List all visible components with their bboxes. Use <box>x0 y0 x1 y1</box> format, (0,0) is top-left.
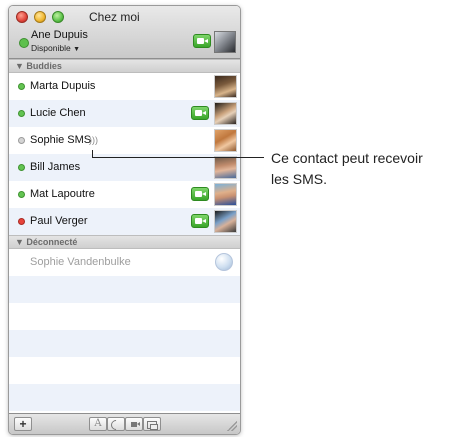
my-avatar[interactable] <box>214 31 236 53</box>
screen-share-button[interactable] <box>143 417 161 431</box>
minimize-window-button[interactable] <box>34 11 46 23</box>
chevron-down-icon: ▼ <box>73 46 81 53</box>
phone-icon <box>108 417 124 433</box>
buddy-avatar <box>214 183 237 206</box>
my-name: Ane Dupuis <box>31 29 88 41</box>
bottom-toolbar: + A <box>9 413 240 434</box>
add-buddy-button[interactable]: + <box>14 417 32 431</box>
video-chat-icon[interactable] <box>191 187 209 201</box>
buddy-avatar <box>214 210 237 233</box>
buddy-row-sophie-vandenbulke[interactable]: Sophie Vandenbulke <box>9 249 240 276</box>
my-status-indicator <box>19 38 29 48</box>
available-status-icon <box>18 110 25 117</box>
zoom-window-button[interactable] <box>52 11 64 23</box>
title-bar: Chez moi Ane Dupuis Disponible ▼ <box>9 6 240 59</box>
buddy-row-lucie-chen[interactable]: Lucie Chen <box>9 100 240 127</box>
buddy-avatar <box>214 75 237 98</box>
buddy-row-paul-verger[interactable]: Paul Verger <box>9 208 240 235</box>
buddy-name: Paul Verger <box>30 215 88 227</box>
available-status-icon <box>18 191 25 198</box>
buddy-row-bill-james[interactable]: Bill James <box>9 154 240 181</box>
callout-annotation: Ce contact peut recevoir les SMS. <box>271 148 461 190</box>
empty-list-row <box>9 357 240 384</box>
globe-icon <box>215 253 233 271</box>
video-chat-icon[interactable] <box>191 106 209 120</box>
buddy-row-sophie-sms[interactable]: Sophie SMS ))) <box>9 127 240 154</box>
buddy-name: Mat Lapoutre <box>30 188 95 200</box>
empty-list-row <box>9 276 240 303</box>
available-status-icon <box>18 83 25 90</box>
video-chat-icon[interactable] <box>191 214 209 228</box>
buddy-name: Sophie SMS <box>30 134 92 146</box>
audio-chat-button[interactable] <box>107 417 125 433</box>
sms-capable-icon: ))) <box>89 135 98 145</box>
camera-icon <box>131 422 140 427</box>
callout-line-1: Ce contact peut recevoir <box>271 150 423 166</box>
callout-leader-line <box>92 157 264 158</box>
available-status-icon <box>18 164 25 171</box>
group-header-buddies[interactable]: ▼ Buddies <box>9 59 240 73</box>
my-video-icon[interactable] <box>193 34 211 48</box>
group-header-offline[interactable]: ▼ Déconnecté <box>9 235 240 249</box>
group-label: Déconnecté <box>26 237 78 247</box>
my-status-menu[interactable]: Disponible ▼ <box>31 43 80 53</box>
close-window-button[interactable] <box>16 11 28 23</box>
buddy-list-window: Chez moi Ane Dupuis Disponible ▼ ▼ Buddi… <box>8 5 241 435</box>
screen-share-icon <box>147 421 158 430</box>
buddy-name: Sophie Vandenbulke <box>30 256 131 268</box>
text-chat-button[interactable]: A <box>89 417 107 431</box>
empty-list-row <box>9 384 240 411</box>
offline-status-icon <box>18 137 25 144</box>
resize-grip-icon[interactable] <box>227 421 237 431</box>
busy-status-icon <box>18 218 25 225</box>
group-label: Buddies <box>26 61 62 71</box>
window-title: Chez moi <box>89 10 140 24</box>
video-chat-button[interactable] <box>125 417 143 431</box>
buddy-name: Bill James <box>30 161 81 173</box>
buddy-avatar <box>214 102 237 125</box>
buddy-row-mat-lapoutre[interactable]: Mat Lapoutre <box>9 181 240 208</box>
buddy-row-marta-dupuis[interactable]: Marta Dupuis <box>9 73 240 100</box>
buddy-name: Lucie Chen <box>30 107 86 119</box>
callout-line-2: les SMS. <box>271 171 328 187</box>
empty-list-row <box>9 303 240 330</box>
buddy-avatar <box>214 156 237 179</box>
empty-list-row <box>9 330 240 357</box>
buddy-avatar <box>214 129 237 152</box>
my-status-label: Disponible <box>31 43 71 53</box>
buddy-name: Marta Dupuis <box>30 80 96 92</box>
